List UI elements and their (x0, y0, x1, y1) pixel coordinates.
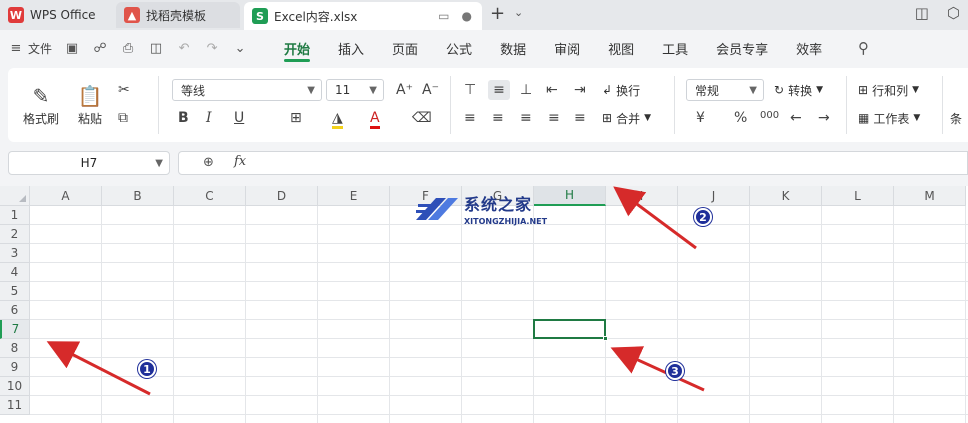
callout-arrow-1 (46, 341, 151, 396)
spreadsheet-window: W WPS Office ▲ 找稻壳模板 S Excel内容.xlsx ▭ ● … (0, 0, 968, 423)
callout-arrow-3 (610, 346, 705, 392)
callout-badge-1: 1 (138, 360, 156, 378)
callout-badge-2: 2 (694, 208, 712, 226)
callout-arrow-2 (613, 186, 697, 250)
callout-badge-3: 3 (666, 362, 684, 380)
